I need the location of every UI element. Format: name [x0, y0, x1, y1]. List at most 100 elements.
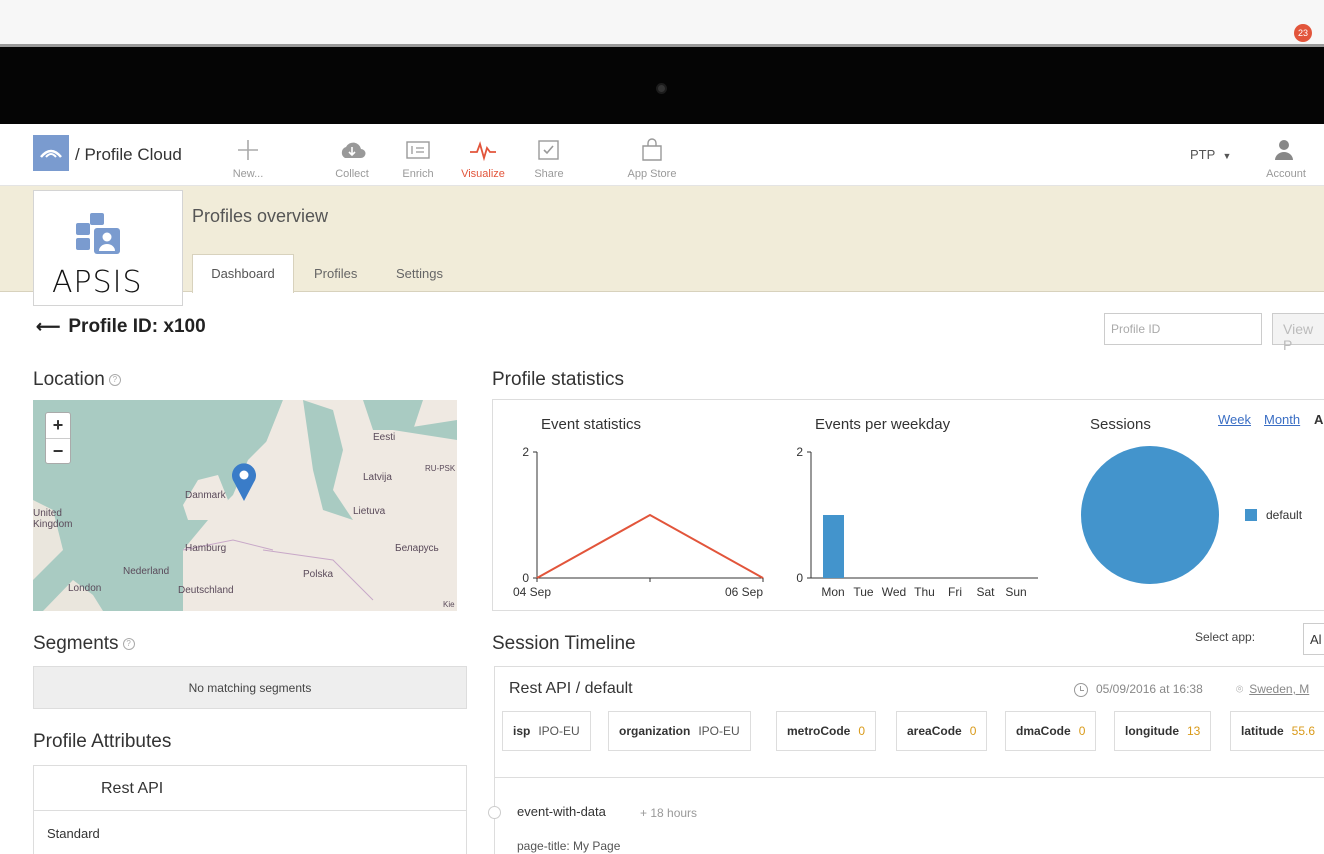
tab-settings[interactable]: Settings — [396, 266, 443, 281]
share-button[interactable]: Share — [519, 138, 579, 180]
profile-id-text: Profile ID: x100 — [68, 316, 206, 337]
visualize-button[interactable]: Visualize — [453, 138, 513, 180]
segments-empty: No matching segments — [33, 666, 467, 709]
chip-value: 0 — [1078, 724, 1086, 738]
map-label: Deutschland — [178, 585, 234, 596]
profile-title: ⟵ Profile ID: x100 — [36, 316, 206, 338]
visualize-label: Visualize — [461, 168, 505, 180]
period-all-link[interactable]: A — [1314, 412, 1323, 427]
attribute-chip: areaCode 0 — [896, 711, 988, 751]
workspace-name: PTP — [1190, 147, 1216, 162]
chip-key: isp — [513, 724, 531, 738]
attribute-chip: longitude 13 — [1114, 711, 1212, 751]
zoom-in-button[interactable]: + — [46, 413, 70, 439]
segments-title: Segments — [33, 633, 119, 654]
workspace-selector[interactable]: PTP ▼ — [1190, 147, 1231, 162]
camera-icon — [656, 83, 667, 94]
enrich-button[interactable]: Enrich — [388, 138, 448, 180]
attribute-chip: isp IPO-EU — [502, 711, 591, 751]
chip-value: 0 — [858, 724, 866, 738]
period-month-link[interactable]: Month — [1264, 412, 1300, 427]
share-label: Share — [534, 168, 564, 180]
pie-slice-default — [1081, 446, 1219, 584]
map-label: Kie — [443, 600, 455, 609]
map-label: Беларусь — [395, 543, 439, 554]
x-tick-label: 04 Sep — [513, 585, 551, 599]
select-app-label: Select app: — [1195, 630, 1256, 644]
bar-mon — [823, 515, 844, 578]
sessions-title: Sessions — [1090, 416, 1151, 433]
clock-icon — [1074, 682, 1088, 697]
chip-value: IPO-EU — [698, 724, 740, 738]
new-label: New... — [232, 168, 264, 180]
info-icon[interactable]: ? — [122, 637, 135, 650]
event-time: + 18 hours — [640, 806, 698, 820]
event-name[interactable]: event-with-data — [517, 804, 606, 819]
event-statistics-title: Event statistics — [541, 416, 642, 433]
collect-button[interactable]: Collect — [322, 138, 382, 180]
chip-value: 13 — [1187, 724, 1201, 738]
sessions-chart — [1081, 446, 1219, 584]
x-tick-label: Wed — [882, 585, 906, 599]
profile-id-input[interactable]: Profile ID — [1104, 313, 1262, 345]
map-pin-icon[interactable] — [231, 462, 257, 502]
location-heading: Location? — [33, 369, 121, 391]
new-button[interactable]: New... — [218, 138, 278, 180]
y-tick-label: 2 — [796, 445, 803, 459]
app-store-button[interactable]: App Store — [622, 138, 682, 180]
attributes-header: Rest API — [101, 780, 164, 797]
share-icon — [519, 138, 579, 162]
chip-key: longitude — [1125, 724, 1179, 738]
map-label: Danmark — [185, 490, 226, 501]
session-location[interactable]: ⌾ Sweden, M — [1236, 682, 1309, 697]
map-label: Nederland — [123, 566, 170, 577]
attribute-chip: latitude 55.6 — [1230, 711, 1324, 751]
view-profile-button[interactable]: View P — [1272, 313, 1324, 353]
event-data: page-title: My Page — [517, 839, 621, 853]
map-label: RU-PSK — [425, 464, 456, 473]
location-title: Location — [33, 369, 105, 390]
chip-key: organization — [619, 724, 691, 738]
session-timeline-heading: Session Timeline — [492, 633, 636, 654]
tab-profiles[interactable]: Profiles — [314, 266, 357, 281]
y-tick-label: 0 — [796, 571, 803, 585]
event-statistics-chart: 2 004 Sep 06 Sep — [513, 445, 764, 599]
back-arrow-icon[interactable]: ⟵ — [36, 317, 60, 336]
period-week-link[interactable]: Week — [1218, 412, 1251, 427]
profile-cloud-logo[interactable] — [33, 135, 69, 171]
x-tick-label: Mon — [821, 585, 844, 599]
chip-key: areaCode — [907, 724, 962, 738]
divider — [34, 810, 466, 811]
profile-statistics-heading: Profile statistics — [492, 369, 624, 390]
event-series-line — [536, 513, 764, 579]
location-map[interactable]: + − Eesti Latvija Lietuva Danmark Hambur… — [33, 400, 457, 611]
y-tick-label: 0 — [522, 571, 529, 585]
chip-value: 55.6 — [1291, 724, 1316, 738]
account-label: Account — [1266, 168, 1306, 180]
map-label: Hamburg — [185, 543, 227, 554]
device-top — [0, 0, 1324, 44]
cloud-icon — [322, 138, 382, 162]
y-tick-label: 2 — [522, 445, 529, 459]
x-tick-label: Tue — [853, 585, 874, 599]
brand-name: / Profile Cloud — [75, 145, 182, 164]
select-app-dropdown[interactable]: Al — [1303, 623, 1324, 655]
page-title: Profiles overview — [192, 206, 329, 226]
info-icon[interactable]: ? — [108, 373, 121, 386]
attribute-chip: metroCode 0 — [776, 711, 877, 751]
screen-bezel — [0, 44, 1324, 124]
attribute-chip: dmaCode 0 — [1005, 711, 1097, 751]
app-store-label: App Store — [627, 168, 677, 180]
map-label: Polska — [303, 569, 334, 580]
session-time-text: 05/09/2016 at 16:38 — [1096, 682, 1203, 696]
segments-heading: Segments? — [33, 633, 135, 655]
session-location-text: Sweden, M — [1249, 682, 1310, 696]
tab-dashboard[interactable]: Dashboard — [192, 254, 294, 293]
pulse-icon — [453, 138, 513, 162]
timeline-dot — [488, 806, 501, 819]
plus-icon — [218, 138, 278, 162]
account-button[interactable]: Account — [1256, 138, 1316, 180]
zoom-out-button[interactable]: − — [46, 439, 70, 465]
x-tick-label: 06 Sep — [725, 585, 763, 599]
map-label: United Kingdom — [33, 508, 73, 530]
